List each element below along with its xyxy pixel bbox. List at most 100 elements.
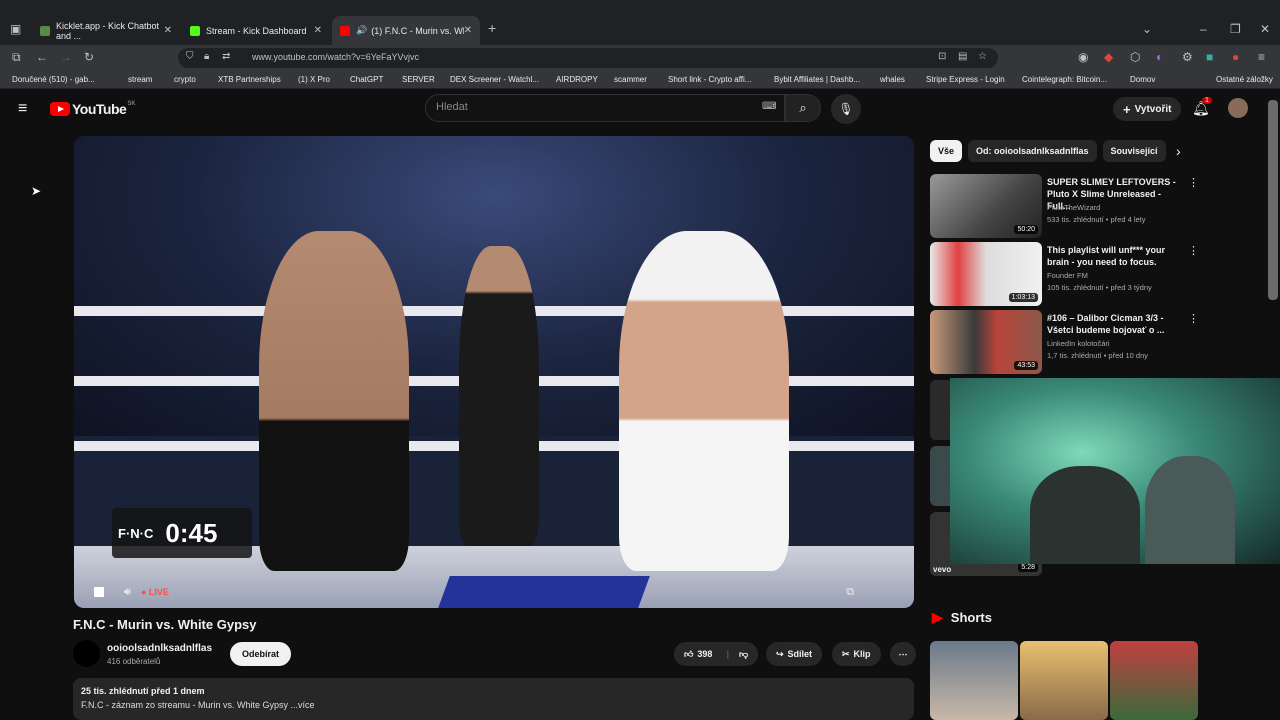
extensions-puzzle-icon[interactable]: ⚙	[1182, 50, 1193, 64]
list-item[interactable]: 50:20 SUPER SLIMEY LEFTOVERS - Pluto X S…	[930, 174, 1200, 238]
miniplayer-icon[interactable]: ⧉	[846, 586, 854, 599]
chevron-right-icon[interactable]: ›	[1176, 143, 1181, 159]
fighter-left	[259, 231, 409, 571]
minimize-icon[interactable]: –	[1200, 22, 1207, 36]
chip-related[interactable]: Související	[1102, 140, 1166, 162]
search-input[interactable]	[436, 101, 756, 113]
divider: |	[726, 649, 729, 659]
lock-icon[interactable]: 🔒︎	[204, 51, 209, 62]
tab-kicklet[interactable]: Kicklet.app - Kick Chatbot and ... ✕	[32, 16, 180, 45]
scissors-icon: ✂	[842, 648, 850, 659]
thumbs-down-icon[interactable]: 👎︎	[739, 649, 748, 660]
subscribe-button[interactable]: Odebírat	[230, 642, 292, 666]
search-box[interactable]: ⌨	[425, 94, 785, 122]
volume-icon[interactable]: 🔊︎	[124, 586, 131, 599]
list-item[interactable]: 1:03:13 This playlist will unf*** your b…	[930, 242, 1200, 306]
browser-menu-icon[interactable]: ≡	[1258, 50, 1265, 64]
bookmark-item[interactable]: scammer	[614, 75, 647, 84]
short-thumbnail[interactable]	[1020, 641, 1108, 720]
thumbnail[interactable]	[930, 380, 950, 440]
bookmark-item[interactable]: DEX Screener - Watchl...	[450, 75, 539, 84]
rec-author: Founder FM	[1047, 271, 1088, 280]
tab-kick-dashboard[interactable]: Stream - Kick Dashboard ✕	[182, 16, 330, 45]
share-button[interactable]: ↪ Sdílet	[766, 642, 823, 666]
channel-avatar[interactable]	[73, 640, 100, 667]
more-actions-button[interactable]: ⋯	[890, 642, 916, 666]
bookmark-item[interactable]: ChatGPT	[350, 75, 383, 84]
chip-from-channel[interactable]: Od: ooioolsadnlksadnlflas	[968, 140, 1097, 162]
bookmark-item[interactable]: Doručené (510) - gab...	[12, 75, 95, 84]
bookmark-item[interactable]: AIRDROPY	[556, 75, 598, 84]
pip-icon[interactable]: ▤	[958, 51, 967, 62]
close-tab-icon[interactable]: ✕	[314, 25, 322, 36]
bookmark-item[interactable]: Bybit Affiliates | Dashb...	[774, 75, 860, 84]
referee	[459, 246, 539, 546]
logo-word: YouTube	[72, 101, 127, 117]
thumbnail[interactable]: 50:20	[930, 174, 1042, 238]
extension-teal-icon[interactable]: ■	[1206, 50, 1213, 64]
kicklet-favicon-icon	[40, 25, 50, 36]
short-thumbnail[interactable]	[1110, 641, 1198, 720]
thumbnail[interactable]: 1:03:13	[930, 242, 1042, 306]
sidebar-toggle-icon[interactable]: ⧉	[12, 50, 21, 65]
bookmark-item[interactable]: Ostatné záložky	[1216, 75, 1273, 84]
account-icon[interactable]: ◉	[1078, 50, 1088, 64]
page-scrollbar[interactable]	[1268, 100, 1278, 300]
more-vertical-icon[interactable]: ⋮	[1188, 176, 1199, 189]
omnibox[interactable]: ⛉ 🔒︎ ⇄ www.youtube.com/watch?v=6YeFaYVvj…	[178, 48, 998, 68]
bookmark-item[interactable]: stream	[128, 75, 152, 84]
list-item[interactable]: 43:53 #106 – Dalibor Cicman 3/3 - Všetci…	[930, 310, 1200, 374]
create-button[interactable]: + Vytvořit	[1113, 97, 1182, 121]
back-icon[interactable]: ←	[36, 50, 48, 64]
screenshot-icon[interactable]: ⊡	[938, 51, 946, 62]
bookmark-item[interactable]: Short link - Crypto affi...	[668, 75, 751, 84]
extension-shield-icon[interactable]: ⬡	[1130, 50, 1140, 64]
close-window-icon[interactable]: ✕	[1260, 22, 1270, 36]
bookmark-item[interactable]: whales	[880, 75, 905, 84]
search-button[interactable]: ⌕	[785, 94, 821, 122]
video-player[interactable]: F·N·C 0:45 🔊︎ ● LIVE ⧉	[74, 136, 914, 608]
live-badge[interactable]: ● LIVE	[141, 587, 169, 597]
tab-list-chevron-icon[interactable]: ⌄	[1142, 22, 1152, 36]
voice-search-button[interactable]: 🎙︎	[831, 94, 861, 124]
close-tab-icon[interactable]: ✕	[164, 25, 172, 36]
thumbnail[interactable]	[930, 446, 950, 506]
more-vertical-icon[interactable]: ⋮	[1188, 312, 1199, 325]
more-vertical-icon[interactable]: ⋮	[1188, 244, 1199, 257]
bookmark-star-icon[interactable]: ☆	[978, 51, 987, 62]
tab-youtube[interactable]: 🔊 (1) F.N.C - Murin vs. White ... ✕	[332, 16, 480, 45]
more-horizontal-icon: ⋯	[898, 648, 908, 659]
bookmark-item[interactable]: crypto	[174, 75, 196, 84]
thumbnail[interactable]: 43:53	[930, 310, 1042, 374]
extension-red-icon[interactable]: ◆	[1104, 50, 1113, 64]
bookmark-item[interactable]: Stripe Express - Login	[926, 75, 1005, 84]
site-settings-icon[interactable]: ⇄	[222, 51, 230, 62]
keyboard-icon[interactable]: ⌨	[762, 101, 776, 112]
extension-purple-icon[interactable]: ◐	[1156, 50, 1163, 64]
short-thumbnail[interactable]	[930, 641, 1018, 720]
bookmark-item[interactable]: (1) X Pro	[298, 75, 330, 84]
close-tab-icon[interactable]: ✕	[464, 25, 472, 36]
tab-search-icon[interactable]: ▣	[10, 22, 21, 36]
bookmark-item[interactable]: Cointelegraph: Bitcoin...	[1022, 75, 1107, 84]
hamburger-menu-icon[interactable]: ≡	[18, 100, 27, 118]
chip-all[interactable]: Vše	[930, 140, 963, 162]
extension-badge-icon[interactable]: ●	[1232, 50, 1239, 64]
rec-author: LinkedIn kolotočári	[1047, 339, 1110, 348]
new-tab-icon[interactable]: +	[488, 20, 496, 36]
bookmark-item[interactable]: SERVER	[402, 75, 435, 84]
avatar[interactable]	[1228, 98, 1248, 118]
restore-icon[interactable]: ❐	[1230, 22, 1241, 36]
stop-icon[interactable]	[94, 587, 104, 597]
channel-name[interactable]: ooioolsadnlksadnlflas	[107, 643, 212, 654]
like-button[interactable]: 👍︎ 398 | 👎︎	[674, 642, 759, 666]
description-box[interactable]: 25 tis. zhlédnutí před 1 dnem F.N.C - zá…	[73, 678, 914, 720]
streamer-right	[1145, 456, 1235, 564]
speaker-icon[interactable]: 🔊	[356, 25, 367, 36]
bookmark-item[interactable]: XTB Partnerships	[218, 75, 281, 84]
bookmark-item[interactable]: Domov	[1130, 75, 1155, 84]
clip-button[interactable]: ✂ Klip	[832, 642, 881, 666]
forward-icon[interactable]: →	[60, 50, 72, 64]
reload-icon[interactable]: ↻	[84, 50, 94, 64]
youtube-logo[interactable]: YouTube SK	[50, 101, 135, 117]
